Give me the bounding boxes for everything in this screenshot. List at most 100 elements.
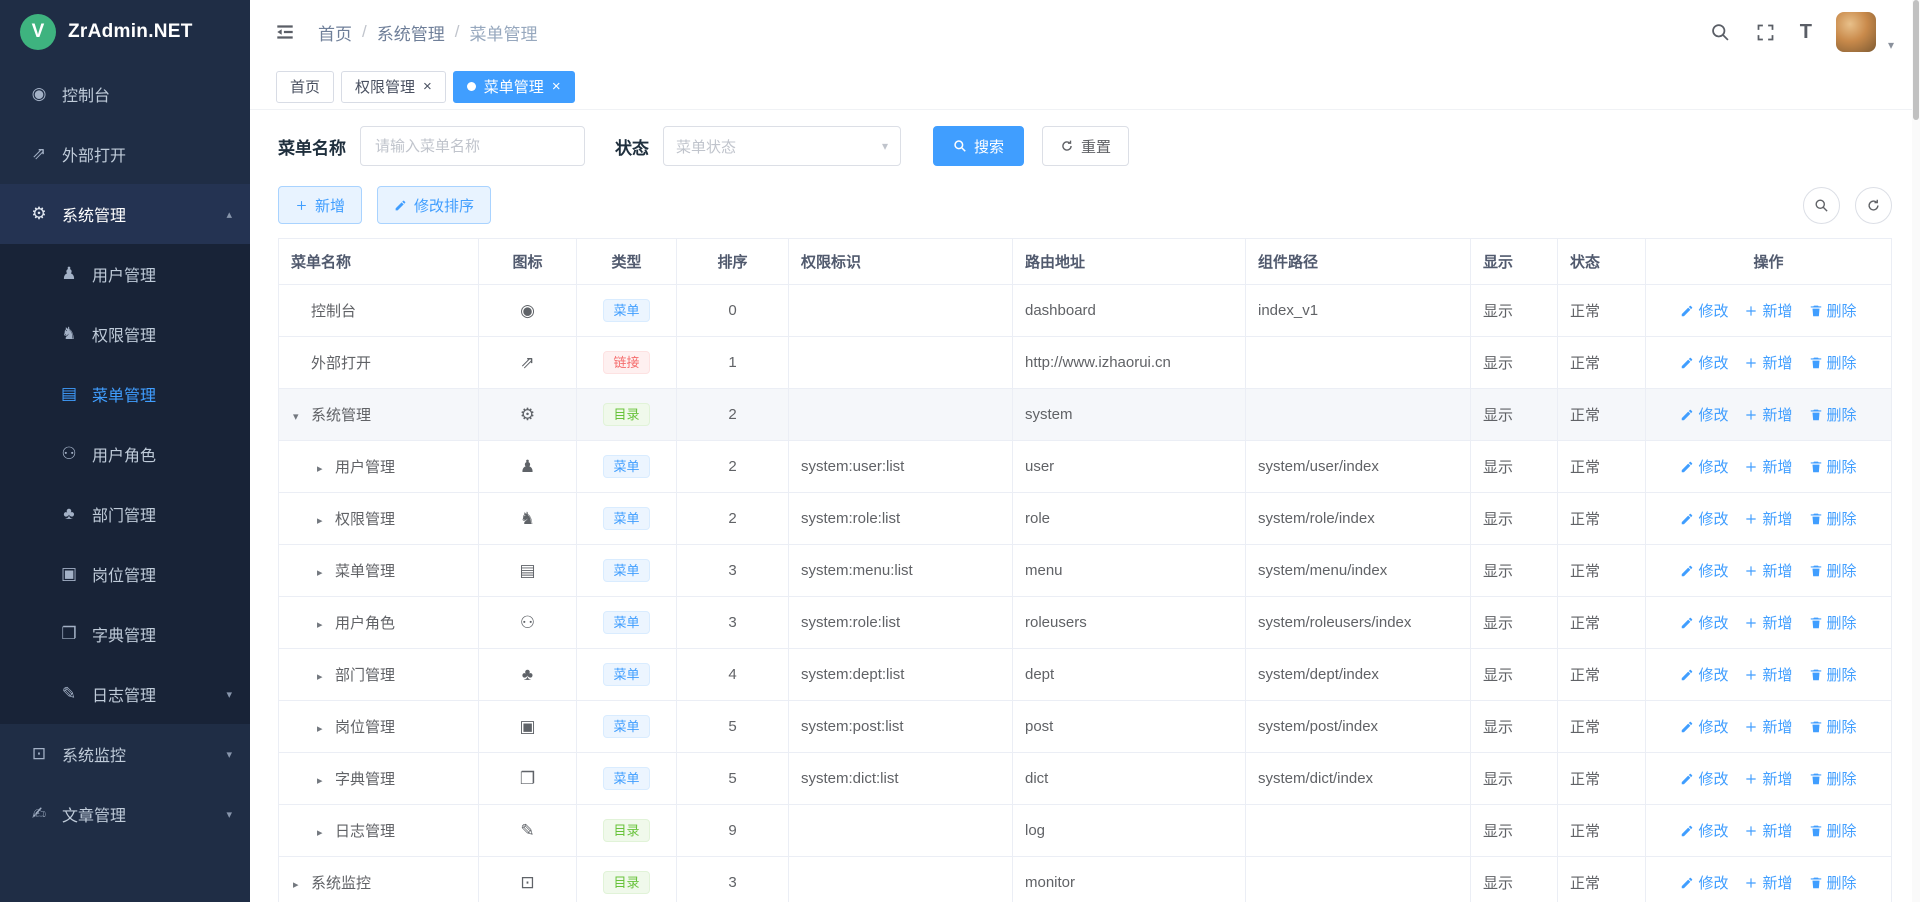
table-row[interactable]: ▸外部打开⇗链接1http://www.izhaorui.cn显示正常 修改 新… <box>279 337 1892 389</box>
fullscreen-icon[interactable] <box>1755 22 1776 43</box>
table-row[interactable]: ▸系统监控⊡目录3monitor显示正常 修改 新增 删除 <box>279 857 1892 902</box>
sidebar-item-post[interactable]: ▣岗位管理 <box>0 544 250 604</box>
table-row[interactable]: ▸用户角色⚇菜单3system:role:listroleuserssystem… <box>279 597 1892 649</box>
add-button[interactable]: 新增 <box>1744 508 1792 529</box>
toggle-search-button[interactable] <box>1803 187 1840 224</box>
table-row[interactable]: ▸权限管理♞菜单2system:role:listrolesystem/role… <box>279 493 1892 545</box>
collapse-row-icon[interactable]: ▾ <box>293 410 311 423</box>
add-button[interactable]: 新增 <box>1744 664 1792 685</box>
expand-row-icon[interactable]: ▸ <box>317 514 335 527</box>
edit-button[interactable]: 修改 <box>1680 560 1728 581</box>
add-button[interactable]: 新增 <box>1744 768 1792 789</box>
expand-row-icon[interactable]: ▸ <box>317 618 335 631</box>
add-button[interactable]: 新增 <box>1744 820 1792 841</box>
delete-button[interactable]: 删除 <box>1809 352 1857 373</box>
expand-row-icon[interactable]: ▸ <box>317 566 335 579</box>
edit-button[interactable]: 修改 <box>1680 352 1728 373</box>
edit-button-label: 修改 <box>1698 560 1728 581</box>
add-button[interactable]: 新增 <box>1744 716 1792 737</box>
table-row[interactable]: ▸控制台◉菜单0dashboardindex_v1显示正常 修改 新增 删除 <box>279 285 1892 337</box>
table-row[interactable]: ▸日志管理✎目录9log显示正常 修改 新增 删除 <box>279 805 1892 857</box>
table-row[interactable]: ▾系统管理⚙目录2system显示正常 修改 新增 删除 <box>279 389 1892 441</box>
sidebar-item-log[interactable]: ✎日志管理▾ <box>0 664 250 724</box>
cell-menu-name: ▸外部打开 <box>279 337 479 389</box>
breadcrumb-item[interactable]: 首页 <box>318 20 352 45</box>
table-row[interactable]: ▸用户管理♟菜单2system:user:listusersystem/user… <box>279 441 1892 493</box>
delete-button[interactable]: 删除 <box>1809 716 1857 737</box>
add-button[interactable]: 新增 <box>1744 872 1792 893</box>
expand-row-icon[interactable]: ▸ <box>317 774 335 787</box>
edit-button[interactable]: 修改 <box>1680 768 1728 789</box>
close-tab-icon[interactable]: × <box>552 79 561 94</box>
delete-button[interactable]: 删除 <box>1809 612 1857 633</box>
sidebar-item-dept[interactable]: ♣部门管理 <box>0 484 250 544</box>
edit-button[interactable]: 修改 <box>1680 716 1728 737</box>
delete-button[interactable]: 删除 <box>1809 300 1857 321</box>
reset-button[interactable]: 重置 <box>1042 126 1129 166</box>
avatar[interactable] <box>1836 12 1876 52</box>
edit-button[interactable]: 修改 <box>1680 404 1728 425</box>
delete-button[interactable]: 删除 <box>1809 820 1857 841</box>
expand-row-icon[interactable]: ▸ <box>317 670 335 683</box>
expand-row-icon[interactable]: ▸ <box>293 878 311 891</box>
table-row[interactable]: ▸字典管理❐菜单5system:dict:listdictsystem/dict… <box>279 753 1892 805</box>
expand-row-icon[interactable]: ▸ <box>317 722 335 735</box>
status-select[interactable]: 菜单状态 ▾ <box>663 126 901 166</box>
add-button[interactable]: 新增 <box>1744 404 1792 425</box>
delete-button[interactable]: 删除 <box>1809 560 1857 581</box>
refresh-button[interactable] <box>1855 187 1892 224</box>
edit-button[interactable]: 修改 <box>1680 456 1728 477</box>
cell-menu-name: ▸系统监控 <box>279 857 479 902</box>
table-row[interactable]: ▸岗位管理▣菜单5system:post:listpostsystem/post… <box>279 701 1892 753</box>
add-button[interactable]: 新增 <box>1744 352 1792 373</box>
expand-row-icon[interactable]: ▸ <box>317 462 335 475</box>
tab-menu[interactable]: 菜单管理× <box>453 71 575 103</box>
add-button[interactable]: 新增 <box>1744 300 1792 321</box>
search-button[interactable]: 搜索 <box>933 126 1024 166</box>
delete-button[interactable]: 删除 <box>1809 872 1857 893</box>
edit-button[interactable]: 修改 <box>1680 508 1728 529</box>
cell-type: 目录 <box>577 805 677 857</box>
sidebar-item-role[interactable]: ♞权限管理 <box>0 304 250 364</box>
search-icon[interactable] <box>1710 22 1731 43</box>
sidebar-item-system[interactable]: ⚙系统管理▴ <box>0 184 250 244</box>
tab-home[interactable]: 首页 <box>276 71 334 103</box>
delete-button[interactable]: 删除 <box>1809 404 1857 425</box>
table-row[interactable]: ▸部门管理♣菜单4system:dept:listdeptsystem/dept… <box>279 649 1892 701</box>
menu-name-input[interactable] <box>360 126 585 166</box>
sidebar-item-dashboard[interactable]: ◉控制台 <box>0 64 250 124</box>
sidebar-item-user[interactable]: ♟用户管理 <box>0 244 250 304</box>
sidebar-item-dict[interactable]: ❐字典管理 <box>0 604 250 664</box>
sidebar-item-menu[interactable]: ▤菜单管理 <box>0 364 250 424</box>
add-button[interactable]: 新增 <box>1744 456 1792 477</box>
delete-button[interactable]: 删除 <box>1809 768 1857 789</box>
scrollbar[interactable] <box>1912 0 1920 902</box>
breadcrumb-item[interactable]: 系统管理 <box>377 20 445 45</box>
add-button[interactable]: 新增 <box>1744 560 1792 581</box>
delete-button[interactable]: 删除 <box>1809 508 1857 529</box>
sidebar-item-external[interactable]: ⇗外部打开 <box>0 124 250 184</box>
add-button[interactable]: 新增 <box>1744 612 1792 633</box>
sidebar-toggle-icon[interactable] <box>274 21 296 43</box>
close-tab-icon[interactable]: × <box>423 79 432 94</box>
edit-button[interactable]: 修改 <box>1680 872 1728 893</box>
edit-button[interactable]: 修改 <box>1680 664 1728 685</box>
add-button-label: 新增 <box>1762 508 1792 529</box>
tab-role[interactable]: 权限管理× <box>341 71 446 103</box>
sidebar-item-roleusers[interactable]: ⚇用户角色 <box>0 424 250 484</box>
delete-button-label: 删除 <box>1827 768 1857 789</box>
add-menu-button[interactable]: 新增 <box>278 186 362 224</box>
sidebar-item-article[interactable]: ✍文章管理▾ <box>0 784 250 844</box>
user-menu-caret-icon[interactable]: ▾ <box>1888 38 1894 52</box>
edit-button[interactable]: 修改 <box>1680 820 1728 841</box>
sort-edit-button[interactable]: 修改排序 <box>377 186 491 224</box>
table-row[interactable]: ▸菜单管理▤菜单3system:menu:listmenusystem/menu… <box>279 545 1892 597</box>
delete-button[interactable]: 删除 <box>1809 664 1857 685</box>
scrollbar-thumb[interactable] <box>1913 0 1919 120</box>
delete-button[interactable]: 删除 <box>1809 456 1857 477</box>
expand-row-icon[interactable]: ▸ <box>317 826 335 839</box>
font-size-icon[interactable]: T <box>1800 21 1812 44</box>
edit-button[interactable]: 修改 <box>1680 612 1728 633</box>
sidebar-item-monitor[interactable]: ⊡系统监控▾ <box>0 724 250 784</box>
edit-button[interactable]: 修改 <box>1680 300 1728 321</box>
